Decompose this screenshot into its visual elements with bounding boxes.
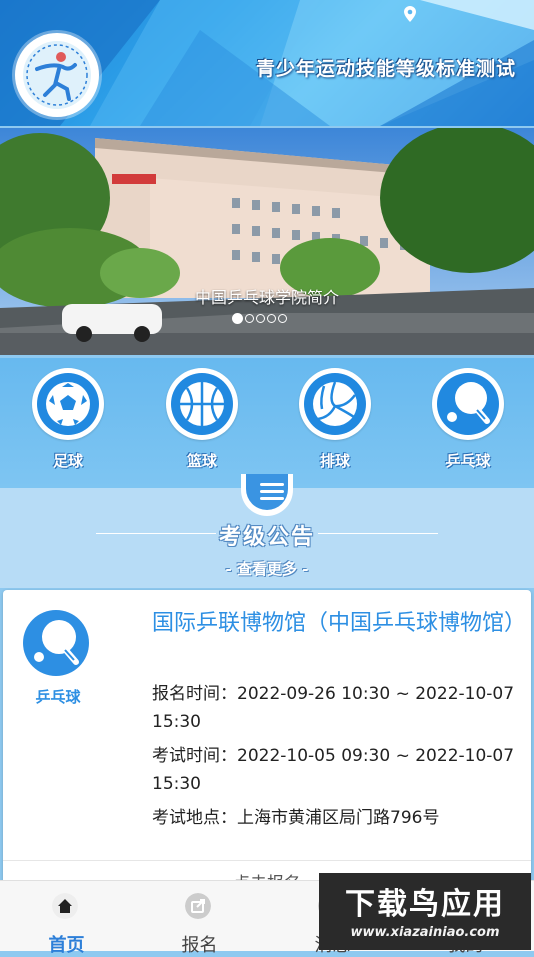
- category-volleyball[interactable]: 排球: [290, 368, 380, 471]
- exam-card[interactable]: 乒乓球 国际乒联博物馆（中国乒乓球博物馆） 报名时间：2022-09-26 10…: [3, 590, 531, 894]
- carousel-dot[interactable]: [245, 314, 254, 323]
- carousel-indicator[interactable]: [232, 313, 287, 324]
- view-more-link[interactable]: - 查看更多 -: [0, 558, 534, 579]
- divider: [3, 860, 531, 861]
- app-header: 青少年运动技能等级标准测试: [0, 0, 534, 126]
- carousel-dot[interactable]: [278, 314, 287, 323]
- card-sport-icon: [23, 610, 89, 676]
- exam-time: 考试时间：2022-10-05 09:30 ~ 2022-10-07 15:30: [152, 746, 515, 794]
- signup-time: 报名时间：2022-09-26 10:30 ~ 2022-10-07 15:30: [152, 684, 515, 732]
- category-ping-pong[interactable]: 乒乓球: [423, 368, 513, 471]
- nav-item-signup[interactable]: 报名: [133, 881, 266, 956]
- sport-categories: 足球 篮球 排球 乒乓球: [0, 358, 534, 488]
- category-label: 篮球: [186, 452, 217, 470]
- watermark-text: 下载鸟应用: [345, 887, 505, 922]
- category-label: 足球: [52, 452, 83, 470]
- location-pin-icon: [404, 6, 416, 22]
- nav-label: 报名: [181, 935, 218, 956]
- exam-place: 考试地点：上海市黄浦区局门路796号: [152, 808, 440, 828]
- athlete-logo-icon: [26, 44, 88, 106]
- category-soccer[interactable]: 足球: [23, 368, 113, 471]
- basketball-icon: [180, 382, 224, 426]
- nav-item-home[interactable]: 首页: [0, 881, 133, 956]
- carousel-dot[interactable]: [267, 314, 276, 323]
- watermark: 下载鸟应用 www.xiazainiao.com: [319, 873, 531, 950]
- card-title[interactable]: 国际乒联博物馆（中国乒乓球博物馆）: [152, 608, 526, 640]
- card-sport-label: 乒乓球: [35, 688, 81, 706]
- carousel-dot[interactable]: [232, 313, 243, 324]
- category-label: 排球: [319, 452, 350, 470]
- soccer-ball-icon: [46, 382, 90, 426]
- menu-toggle[interactable]: [241, 474, 293, 516]
- share-icon: [185, 893, 211, 919]
- nav-label: 首页: [48, 935, 85, 956]
- ping-pong-icon: [447, 382, 490, 424]
- category-label: 乒乓球: [445, 452, 491, 470]
- banner-caption: 中国乒乓球学院简介: [194, 288, 339, 307]
- app-title: 青少年运动技能等级标准测试: [255, 58, 516, 80]
- home-icon: [52, 893, 78, 919]
- ping-pong-icon: [34, 620, 79, 665]
- category-basketball[interactable]: 篮球: [157, 368, 247, 471]
- carousel-dot[interactable]: [256, 314, 265, 323]
- app-logo: [15, 33, 99, 117]
- volleyball-icon: [313, 381, 357, 426]
- menu-icon: [260, 483, 284, 486]
- watermark-url: www.xiazainiao.com: [350, 925, 500, 940]
- notice-title: 考级公告: [218, 524, 315, 550]
